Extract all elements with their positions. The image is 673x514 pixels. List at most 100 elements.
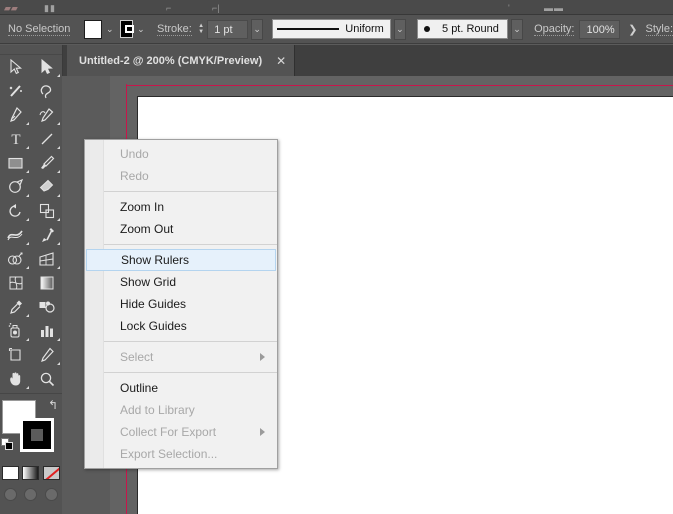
stroke-weight-dropdown-caret[interactable]: ⌄ <box>251 19 263 40</box>
flyout-indicator <box>57 266 60 269</box>
partial-icon-d: ⌐| <box>212 4 220 13</box>
fill-swatch[interactable] <box>84 20 101 39</box>
line-segment-tool[interactable] <box>31 127 62 151</box>
mesh-tool[interactable] <box>0 271 31 295</box>
none-mode-button[interactable] <box>43 466 60 480</box>
swap-fill-stroke-icon[interactable]: ↰ <box>48 398 58 412</box>
tool-grid: T <box>0 55 62 391</box>
context-menu-item-zoom-out[interactable]: Zoom Out <box>85 218 277 240</box>
shaper-tool[interactable] <box>0 175 31 199</box>
magic-wand-tool[interactable] <box>0 79 31 103</box>
opacity-value[interactable]: 100% <box>579 20 620 39</box>
flyout-indicator <box>57 146 60 149</box>
gradient-tool[interactable] <box>31 271 62 295</box>
flyout-indicator <box>57 338 60 341</box>
context-menu-separator <box>104 191 277 192</box>
tools-panel: T <box>0 45 63 514</box>
eyedropper-tool[interactable] <box>0 295 31 319</box>
partial-icon-f: ▬▬ <box>544 4 564 13</box>
brush-definition-label: 5 pt. Round <box>442 23 499 35</box>
context-menu: UndoRedoZoom InZoom OutShow RulersShow G… <box>84 139 278 469</box>
stroke-weight-value[interactable]: 1 pt <box>207 20 248 39</box>
width-tool[interactable] <box>0 223 31 247</box>
curvature-tool[interactable] <box>31 103 62 127</box>
flyout-indicator <box>57 170 60 173</box>
context-menu-separator <box>104 372 277 373</box>
partial-icon-c: ⌐ <box>166 4 171 13</box>
draw-normal-button[interactable] <box>4 488 17 501</box>
partial-icon-e: ' <box>508 4 510 13</box>
context-menu-separator <box>104 341 277 342</box>
opacity-more-arrow[interactable]: ❯ <box>620 23 645 36</box>
context-menu-item-undo: Undo <box>85 143 277 165</box>
default-fill-stroke-icon[interactable] <box>1 438 14 451</box>
shape-builder-tool[interactable] <box>0 247 31 271</box>
context-menu-item-zoom-in[interactable]: Zoom In <box>85 196 277 218</box>
context-menu-item-outline[interactable]: Outline <box>85 377 277 399</box>
rectangle-tool[interactable] <box>0 151 31 175</box>
pen-tool[interactable] <box>0 103 31 127</box>
draw-inside-button[interactable] <box>45 488 58 501</box>
partial-icon-a: ▰▰ <box>4 4 18 13</box>
flyout-indicator <box>26 386 29 389</box>
flyout-indicator <box>26 266 29 269</box>
flyout-indicator <box>26 338 29 341</box>
flyout-indicator <box>26 146 29 149</box>
flyout-indicator <box>26 242 29 245</box>
symbol-sprayer-tool[interactable] <box>0 319 31 343</box>
document-tab[interactable]: Untitled-2 @ 200% (CMYK/Preview) ✕ <box>67 45 295 76</box>
type-tool[interactable]: T <box>0 127 31 151</box>
stroke-swatch[interactable] <box>120 20 133 38</box>
context-menu-item-show-grid[interactable]: Show Grid <box>85 271 277 293</box>
column-graph-tool[interactable] <box>31 319 62 343</box>
blend-tool[interactable] <box>31 295 62 319</box>
context-menu-item-show-rulers[interactable]: Show Rulers <box>86 249 276 271</box>
selection-tool[interactable] <box>0 55 31 79</box>
flyout-indicator <box>57 194 60 197</box>
context-menu-item-hide-guides[interactable]: Hide Guides <box>85 293 277 315</box>
brush-definition-selector[interactable]: 5 pt. Round <box>417 19 508 39</box>
brush-dropdown-caret[interactable]: ⌄ <box>511 19 523 40</box>
flyout-indicator <box>26 122 29 125</box>
style-label: Style: <box>646 23 673 36</box>
stroke-profile-selector[interactable]: Uniform <box>272 19 391 39</box>
hand-tool[interactable] <box>0 367 31 391</box>
artboard-tool[interactable] <box>0 343 31 367</box>
partial-icon-b: ▮▮ <box>44 4 56 13</box>
opacity-label: Opacity: <box>534 23 574 36</box>
bleed-guide-horizontal <box>126 85 673 86</box>
stroke-profile-dropdown-caret[interactable]: ⌄ <box>394 19 406 40</box>
context-menu-item-lock-guides[interactable]: Lock Guides <box>85 315 277 337</box>
submenu-arrow-icon <box>260 353 265 361</box>
selection-status-label: No Selection <box>8 23 70 36</box>
panel-drag-grip[interactable] <box>0 45 62 55</box>
stroke-color-box[interactable] <box>20 418 54 452</box>
context-menu-items: UndoRedoZoom InZoom OutShow RulersShow G… <box>85 143 277 465</box>
stroke-profile-label: Uniform <box>345 23 384 35</box>
paintbrush-tool[interactable] <box>31 151 62 175</box>
rotate-tool[interactable] <box>0 199 31 223</box>
close-icon[interactable]: ✕ <box>276 55 286 67</box>
flyout-indicator <box>26 314 29 317</box>
direct-selection-tool[interactable] <box>31 55 62 79</box>
tools-divider <box>0 393 62 394</box>
submenu-arrow-icon <box>260 428 265 436</box>
gradient-mode-button[interactable] <box>22 466 39 480</box>
flyout-indicator <box>57 218 60 221</box>
slice-tool[interactable] <box>31 343 62 367</box>
free-transform-tool[interactable] <box>31 223 62 247</box>
uniform-profile-icon <box>277 28 339 30</box>
color-mode-button[interactable] <box>2 466 19 480</box>
draw-behind-button[interactable] <box>24 488 37 501</box>
zoom-tool[interactable] <box>31 367 62 391</box>
eraser-tool[interactable] <box>31 175 62 199</box>
perspective-grid-tool[interactable] <box>31 247 62 271</box>
lasso-tool[interactable] <box>31 79 62 103</box>
document-tab-title: Untitled-2 @ 200% (CMYK/Preview) <box>79 55 262 67</box>
stroke-weight-stepper[interactable]: ▲▼ <box>198 23 204 35</box>
fill-dropdown-caret[interactable]: ⌄ <box>105 20 115 39</box>
stroke-dropdown-caret[interactable]: ⌄ <box>136 20 146 39</box>
flyout-indicator <box>57 242 60 245</box>
context-menu-separator <box>104 244 277 245</box>
scale-tool[interactable] <box>31 199 62 223</box>
